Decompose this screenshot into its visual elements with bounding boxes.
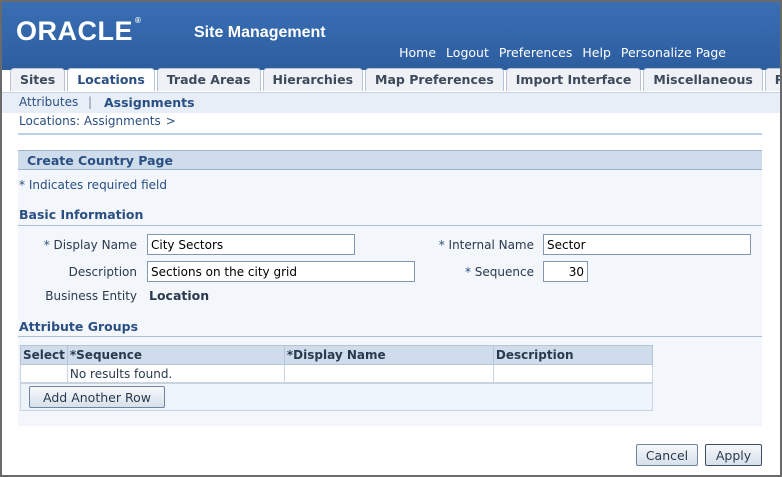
- tab-locations[interactable]: Locations: [67, 68, 155, 91]
- column-display-name: *Display Name: [283, 345, 494, 365]
- required-field-note: * Indicates required field: [19, 178, 168, 192]
- subtab-attributes[interactable]: Attributes: [19, 95, 78, 109]
- display-name-input[interactable]: [147, 234, 355, 255]
- tab-map-preferences[interactable]: Map Preferences: [365, 68, 504, 91]
- description-input[interactable]: [147, 261, 415, 282]
- tab-trade-areas[interactable]: Trade Areas: [156, 68, 261, 91]
- empty-select-cell: [20, 364, 68, 383]
- preferences-link[interactable]: Preferences: [499, 45, 573, 60]
- subtab-assignments[interactable]: Assignments: [104, 95, 195, 110]
- cancel-button[interactable]: Cancel: [636, 444, 698, 466]
- page-title: Create Country Page: [27, 153, 173, 168]
- home-link[interactable]: Home: [399, 45, 436, 60]
- attribute-groups-rule: [18, 336, 762, 337]
- sequence-input[interactable]: [543, 261, 588, 282]
- display-name-label: * Display Name: [43, 238, 137, 252]
- personalize-page-link[interactable]: Personalize Page: [621, 45, 726, 60]
- table-row: No results found.: [20, 364, 654, 383]
- internal-name-input[interactable]: [543, 234, 751, 255]
- column-description: Description: [492, 345, 654, 365]
- app-title: Site Management: [194, 24, 326, 41]
- basic-information-heading: Basic Information: [19, 207, 144, 222]
- breadcrumb-separator: >: [165, 114, 176, 128]
- tab-role-security[interactable]: Role Securit: [764, 68, 780, 91]
- no-results-message: No results found.: [66, 364, 285, 383]
- attribute-groups-table: Select *Sequence *Display Name Descripti…: [20, 345, 654, 383]
- oracle-logo: ORACLE ®: [16, 16, 142, 46]
- tab-sites[interactable]: Sites: [10, 68, 66, 91]
- app-header: ORACLE ® Site Management Home Logout Pref…: [2, 2, 780, 70]
- help-link[interactable]: Help: [582, 45, 611, 60]
- column-sequence: *Sequence: [66, 345, 285, 365]
- sequence-label: * Sequence: [464, 265, 534, 279]
- subtab-separator: |: [88, 95, 93, 109]
- tab-hierarchies[interactable]: Hierarchies: [262, 68, 364, 91]
- header-divider: [18, 133, 762, 135]
- business-entity-value: Location: [149, 288, 210, 303]
- tab-import-interface[interactable]: Import Interface: [505, 68, 642, 91]
- empty-description-cell: [492, 364, 654, 383]
- main-tabs: Sites Locations Trade Areas Hierarchies …: [2, 68, 780, 92]
- breadcrumb-locations-assignments[interactable]: Locations: Assignments: [19, 114, 161, 128]
- breadcrumb: Locations: Assignments >: [19, 114, 176, 128]
- tab-miscellaneous[interactable]: Miscellaneous: [643, 68, 763, 91]
- business-entity-label: Business Entity: [45, 289, 137, 303]
- internal-name-label: * Internal Name: [438, 238, 534, 252]
- page-title-bar: Create Country Page: [18, 150, 762, 170]
- window-frame: ORACLE ® Site Management Home Logout Pref…: [0, 0, 782, 477]
- basic-information-rule: [18, 225, 762, 226]
- column-select: Select: [20, 345, 68, 365]
- add-another-row-button[interactable]: Add Another Row: [29, 386, 165, 408]
- global-links: Home Logout Preferences Help Personalize…: [399, 45, 726, 60]
- description-label: Description: [68, 265, 137, 279]
- apply-button[interactable]: Apply: [705, 444, 762, 466]
- logout-link[interactable]: Logout: [446, 45, 489, 60]
- empty-display-name-cell: [283, 364, 494, 383]
- sub-tabs: Attributes | Assignments: [2, 92, 780, 113]
- attribute-groups-heading: Attribute Groups: [19, 319, 139, 334]
